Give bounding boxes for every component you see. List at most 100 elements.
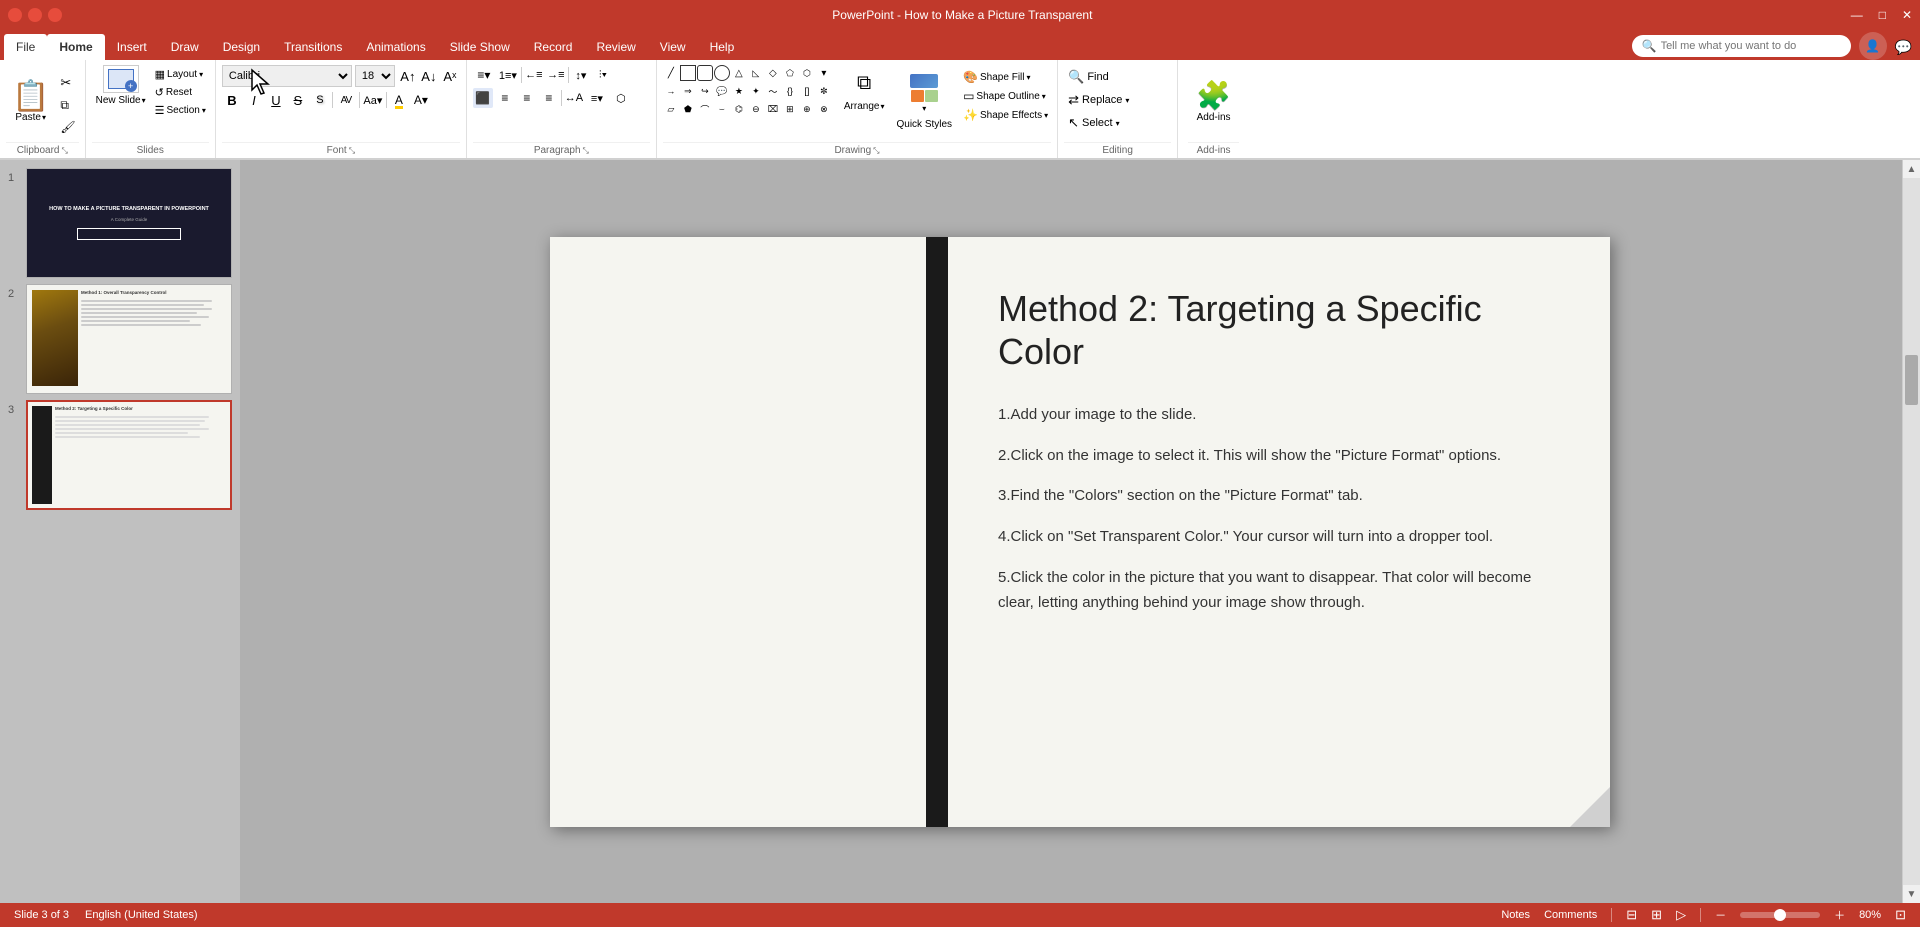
copy-button[interactable]: ⧉: [57, 96, 78, 115]
paste-dropdown-icon[interactable]: ▾: [42, 113, 46, 122]
drawing-expand-icon[interactable]: ⤡: [873, 146, 879, 156]
align-center-button[interactable]: ≡: [495, 88, 515, 108]
text-direction-button[interactable]: ↔A: [564, 88, 584, 108]
para-expand-icon[interactable]: ⤡: [583, 146, 589, 156]
tab-file[interactable]: File: [4, 34, 47, 60]
shape-r2-icon[interactable]: ⬟: [680, 101, 696, 117]
shrink-font-button[interactable]: A↓: [419, 66, 439, 86]
select-button[interactable]: ↖ Select ▾: [1064, 113, 1171, 133]
new-slide-button[interactable]: + New Slide ▾: [92, 63, 150, 108]
shape-star2-icon[interactable]: ✦: [748, 83, 764, 99]
shape-arrow2-icon[interactable]: ⇒: [680, 83, 696, 99]
shape-outline-dropdown[interactable]: ▾: [1042, 92, 1046, 101]
replace-dropdown[interactable]: ▾: [1125, 96, 1129, 105]
reading-view-button[interactable]: ⊞: [1651, 907, 1662, 923]
shape-line-icon[interactable]: ╱: [663, 65, 679, 81]
reset-button[interactable]: ↺ Reset: [152, 85, 209, 100]
shape-r6-icon[interactable]: ⊖: [748, 101, 764, 117]
shape-star4-icon[interactable]: ✼: [816, 83, 832, 99]
align-text-button[interactable]: ≡▾: [586, 88, 608, 108]
new-slide-dropdown-icon[interactable]: ▾: [142, 96, 146, 105]
replace-button[interactable]: ⇄ Replace ▾: [1064, 90, 1171, 110]
shape-brace-icon[interactable]: {}: [782, 83, 798, 99]
scroll-thumb[interactable]: [1905, 355, 1918, 405]
tab-help[interactable]: Help: [698, 34, 747, 60]
tab-design[interactable]: Design: [211, 34, 272, 60]
clear-format-button[interactable]: Aˣ: [440, 66, 460, 86]
font-color-button[interactable]: A: [389, 90, 409, 110]
window-control-icon[interactable]: [48, 8, 62, 22]
shape-r8-icon[interactable]: ⊞: [782, 101, 798, 117]
shape-star-icon[interactable]: ★: [731, 83, 747, 99]
casing-button[interactable]: Aa▾: [362, 90, 384, 110]
tab-transitions[interactable]: Transitions: [272, 34, 354, 60]
user-account-button[interactable]: 👤: [1859, 32, 1887, 60]
clipboard-expand-icon[interactable]: ⤡: [62, 146, 68, 156]
align-right-button[interactable]: ≡: [517, 88, 537, 108]
tab-draw[interactable]: Draw: [159, 34, 211, 60]
shape-effects-button[interactable]: ✨ Shape Effects ▾: [960, 107, 1051, 123]
shape-bracket-icon[interactable]: []: [799, 83, 815, 99]
zoom-slider-thumb[interactable]: [1774, 909, 1786, 921]
shape-rounded-rect-icon[interactable]: [697, 65, 713, 81]
search-input[interactable]: [1661, 40, 1841, 52]
slide-2-thumbnail[interactable]: Method 1: Overall Transparency Control: [26, 284, 232, 394]
maximize-button[interactable]: □: [1879, 8, 1886, 22]
zoom-in-button[interactable]: ＋: [1834, 907, 1845, 923]
shape-r10-icon[interactable]: ⊗: [816, 101, 832, 117]
justify-button[interactable]: ≡: [539, 88, 559, 108]
paste-button[interactable]: 📋 Paste ▾: [6, 80, 55, 125]
shape-right-tri-icon[interactable]: ◺: [748, 65, 764, 81]
arrange-dropdown-icon[interactable]: ▾: [880, 102, 884, 111]
close-button[interactable]: ✕: [1902, 8, 1912, 22]
window-control-icon[interactable]: [8, 8, 22, 22]
arrange-button[interactable]: ⧉ Arrange ▾: [840, 65, 889, 114]
shape-pentagon-icon[interactable]: ⬠: [782, 65, 798, 81]
font-name-select[interactable]: Calibri: [222, 65, 352, 87]
columns-button[interactable]: ⫶▾: [593, 65, 613, 85]
scroll-up-arrow[interactable]: ▲: [1903, 160, 1920, 178]
bold-button[interactable]: B: [222, 90, 242, 110]
line-spacing-button[interactable]: ↕▾: [571, 65, 591, 85]
addins-button[interactable]: 🧩 Add-ins: [1188, 78, 1239, 127]
decrease-indent-button[interactable]: ←≡: [524, 65, 544, 85]
section-dropdown-icon[interactable]: ▾: [202, 106, 206, 115]
shape-fill-button[interactable]: 🎨 Shape Fill ▾: [960, 69, 1051, 85]
shape-r3-icon[interactable]: ⌒: [697, 101, 713, 117]
tab-animations[interactable]: Animations: [354, 34, 437, 60]
shape-rect-icon[interactable]: [680, 65, 696, 81]
scroll-down-arrow[interactable]: ▼: [1903, 885, 1920, 903]
increase-indent-button[interactable]: →≡: [546, 65, 566, 85]
shape-call-icon[interactable]: 💬: [714, 83, 730, 99]
shape-triangle-icon[interactable]: △: [731, 65, 747, 81]
slide-3-thumbnail[interactable]: Method 2: Targeting a Specific Color: [26, 400, 232, 510]
shape-r9-icon[interactable]: ⊕: [799, 101, 815, 117]
shape-hexagon-icon[interactable]: ⬡: [799, 65, 815, 81]
shape-r1-icon[interactable]: ▱: [663, 101, 679, 117]
shape-effects-dropdown[interactable]: ▾: [1044, 111, 1048, 120]
numbering-button[interactable]: 1≡▾: [497, 65, 519, 85]
tab-review[interactable]: Review: [584, 34, 647, 60]
format-painter-button[interactable]: 🖌: [57, 118, 78, 136]
comments-button[interactable]: Comments: [1544, 909, 1597, 921]
section-button[interactable]: ☰ Section ▾: [152, 103, 209, 118]
shape-fill-dropdown[interactable]: ▾: [1026, 73, 1030, 82]
cut-button[interactable]: ✂: [57, 73, 78, 93]
shape-oval-icon[interactable]: [714, 65, 730, 81]
comments-icon[interactable]: 💬: [1891, 35, 1916, 60]
align-left-button[interactable]: ⬛: [473, 88, 493, 108]
zoom-out-button[interactable]: －: [1715, 907, 1726, 923]
tab-record[interactable]: Record: [522, 34, 585, 60]
grow-font-button[interactable]: A↑: [398, 66, 418, 86]
find-button[interactable]: 🔍 Find: [1064, 67, 1171, 87]
select-dropdown[interactable]: ▾: [1116, 119, 1120, 128]
slideshow-view-button[interactable]: ▷: [1676, 907, 1686, 923]
shape-bend-icon[interactable]: ↪: [697, 83, 713, 99]
minimize-button[interactable]: —: [1851, 8, 1863, 22]
highlight-button[interactable]: A▾: [411, 90, 431, 110]
shape-r5-icon[interactable]: ⌬: [731, 101, 747, 117]
font-expand-icon[interactable]: ⤡: [349, 146, 355, 156]
normal-view-button[interactable]: ⊟: [1626, 907, 1637, 923]
window-control-icon[interactable]: [28, 8, 42, 22]
tab-home[interactable]: Home: [47, 34, 104, 60]
